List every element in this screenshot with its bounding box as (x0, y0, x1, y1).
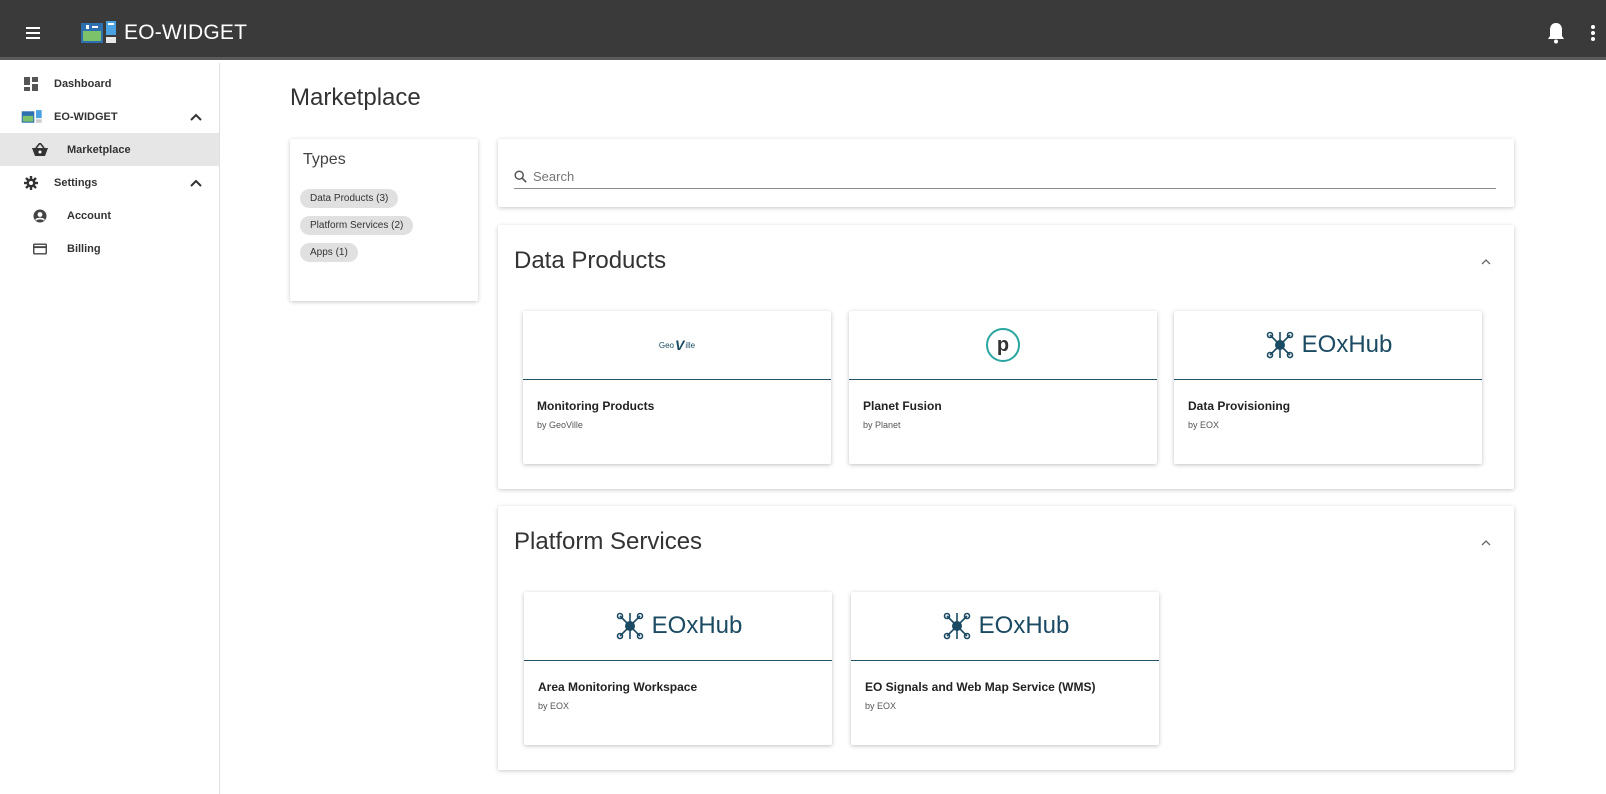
product-card[interactable]: p Planet Fusion by Planet (849, 311, 1157, 464)
sidebar-item-marketplace[interactable]: Marketplace (0, 133, 219, 166)
chip-data-products[interactable]: Data Products (3) (300, 189, 399, 208)
types-filter-card: Types Data Products (3) Platform Service… (290, 139, 478, 301)
sidebar-item-label: Settings (54, 176, 98, 189)
sidebar-item-label: Account (67, 209, 111, 222)
product-name: EO Signals and Web Map Service (WMS) (865, 680, 1096, 694)
more-vert-icon[interactable] (1588, 23, 1598, 43)
app-title[interactable]: EO-WIDGET (124, 21, 247, 45)
gear-icon (24, 175, 38, 190)
product-vendor: by Planet (863, 420, 901, 430)
product-vendor: by EOX (865, 701, 897, 711)
search-card (498, 139, 1514, 207)
section-platform-services: Platform Services EOxHub Area Monitoring… (498, 506, 1514, 770)
product-name: Area Monitoring Workspace (538, 680, 698, 694)
chevron-up-icon[interactable] (1480, 539, 1492, 547)
eoxhub-logo: EOxHub (524, 592, 832, 661)
app-bar: EO-WIDGET (0, 0, 1606, 60)
section-data-products: Data Products Geo Ville Monitoring Produc… (498, 225, 1514, 489)
type-chips: Data Products (3) Platform Services (2) … (300, 189, 468, 262)
eo-widget-logo (20, 109, 44, 124)
eoxhub-icon (943, 612, 970, 640)
sidebar-item-settings[interactable]: Settings (0, 166, 219, 199)
chevron-up-icon[interactable] (1480, 258, 1492, 266)
eoxhub-wordmark: EOxHub (651, 612, 743, 639)
sidebar-item-dashboard[interactable]: Dashboard (0, 67, 219, 100)
sidebar-item-label: Dashboard (54, 77, 112, 90)
eoxhub-wordmark: EOxHub (1301, 331, 1393, 358)
product-card[interactable]: EOxHub Area Monitoring Workspace by EOX (524, 592, 832, 745)
product-card[interactable]: Geo Ville Monitoring Products by GeoVille (523, 311, 831, 464)
eoxhub-icon (616, 612, 643, 640)
sidebar-item-eo-widget[interactable]: EO-WIDGET (0, 100, 219, 133)
planet-logo: p (849, 311, 1157, 380)
page-title: Marketplace (290, 84, 421, 111)
chevron-up-icon[interactable] (190, 113, 202, 121)
search-field[interactable] (514, 165, 1496, 189)
sidebar: Dashboard EO-WIDGET Marketplace Settings… (0, 63, 220, 794)
bell-icon[interactable] (1546, 22, 1566, 44)
eo-widget-logo[interactable] (80, 19, 118, 47)
product-card[interactable]: EOxHub Data Provisioning by EOX (1174, 311, 1482, 464)
search-icon (514, 170, 527, 183)
types-title: Types (303, 151, 346, 168)
section-title: Platform Services (514, 528, 703, 555)
credit-card-icon (33, 242, 47, 256)
chip-platform-services[interactable]: Platform Services (2) (300, 216, 414, 235)
sidebar-item-label: Marketplace (67, 143, 131, 156)
sidebar-item-label: Billing (67, 242, 101, 255)
section-title: Data Products (514, 247, 667, 274)
eoxhub-wordmark: EOxHub (978, 612, 1070, 639)
product-vendor: by EOX (538, 701, 570, 711)
product-name: Planet Fusion (863, 399, 942, 413)
sidebar-item-billing[interactable]: Billing (0, 232, 219, 265)
account-circle-icon (33, 209, 47, 223)
product-name: Monitoring Products (537, 399, 655, 413)
search-input[interactable] (533, 169, 1433, 184)
geoville-logo: Geo Ville (523, 311, 831, 380)
hamburger-menu-icon[interactable] (26, 21, 50, 45)
geoville-logo-mark: V (675, 337, 685, 353)
product-vendor: by GeoVille (537, 420, 583, 430)
eoxhub-logo: EOxHub (851, 592, 1159, 661)
eoxhub-logo: EOxHub (1174, 311, 1482, 380)
dashboard-icon (24, 76, 38, 91)
basket-icon (31, 142, 49, 157)
sidebar-item-label: EO-WIDGET (54, 110, 118, 123)
eoxhub-icon (1266, 331, 1293, 359)
chip-apps[interactable]: Apps (1) (300, 243, 358, 262)
product-card[interactable]: EOxHub EO Signals and Web Map Service (W… (851, 592, 1159, 745)
product-name: Data Provisioning (1188, 399, 1291, 413)
sidebar-item-account[interactable]: Account (0, 199, 219, 232)
chevron-up-icon[interactable] (190, 179, 202, 187)
product-vendor: by EOX (1188, 420, 1220, 430)
